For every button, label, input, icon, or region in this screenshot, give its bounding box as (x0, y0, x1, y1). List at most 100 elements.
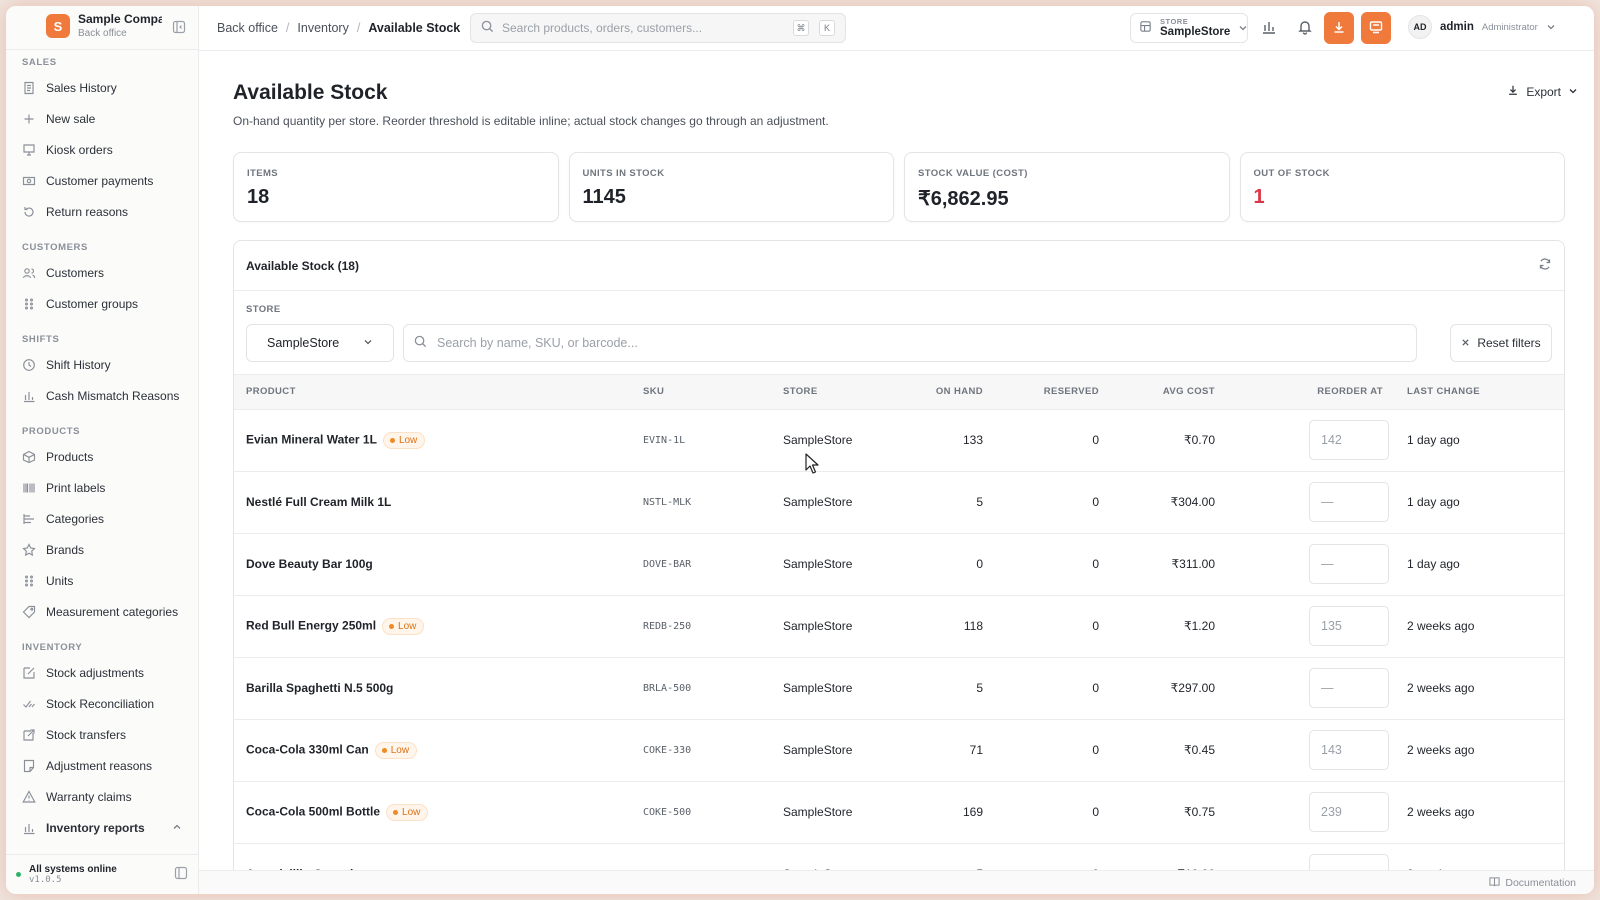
pos-terminal-button[interactable] (1361, 12, 1391, 44)
user-menu[interactable]: AD admin Administrator (1408, 15, 1556, 39)
reorder-threshold-input[interactable]: — (1309, 668, 1389, 708)
documentation-link[interactable]: Documentation (1489, 876, 1576, 890)
reserved-cell: 0 (1092, 743, 1099, 757)
return-reasons-icon (22, 205, 36, 219)
avg-cost-cell: ₹0.45 (1184, 743, 1215, 757)
sidebar-item-customer-groups[interactable]: Customer groups (6, 288, 198, 319)
app-window: S Sample Company Back office SALES Sales … (6, 6, 1594, 894)
sidebar-item-products[interactable]: Products (6, 441, 198, 472)
section-title-inventory: INVENTORY (22, 642, 83, 653)
sidebar-item-shift-history[interactable]: Shift History (6, 349, 198, 380)
reset-filters-label: Reset filters (1477, 336, 1541, 350)
reorder-threshold-input[interactable]: 143 (1309, 730, 1389, 770)
low-stock-label: Low (398, 434, 418, 446)
sku-cell: REDB-250 (643, 620, 692, 632)
sidebar-item-label: Categories (46, 511, 105, 526)
avg-cost-cell: ₹10.00 (1111, 843, 1227, 870)
reorder-threshold-input[interactable]: — (1309, 482, 1389, 522)
sidebar-item-sales-history[interactable]: Sales History (6, 72, 198, 103)
on-hand-cell: 0 (976, 557, 983, 571)
user-name: admin (1440, 21, 1474, 33)
sidebar-item-units[interactable]: Units (6, 565, 198, 596)
breadcrumb-back-office[interactable]: Back office (217, 21, 278, 35)
table-row[interactable]: Nestlé Full Cream Milk 1L NSTL-MLK Sampl… (234, 471, 1564, 533)
sidebar-item-new-sale[interactable]: New sale (6, 103, 198, 134)
stats-row: ITEMS 18 UNITS IN STOCK 1145 STOCK VALUE… (233, 152, 1565, 222)
sidebar-item-categories[interactable]: Categories (6, 503, 198, 534)
product-name[interactable]: Coca-Cola 330ml Can (246, 742, 369, 756)
table-search-input[interactable]: Search by name, SKU, or barcode... (403, 324, 1417, 362)
product-name[interactable]: Coca-Cola 500ml Bottle (246, 804, 380, 818)
column-header[interactable]: SKU (631, 375, 771, 410)
bell-icon[interactable] (1297, 19, 1315, 37)
sidebar-item-stock-reconciliation[interactable]: Stock Reconciliation (6, 688, 198, 719)
sidebar-item-kiosk-orders[interactable]: Kiosk orders (6, 134, 198, 165)
table-row[interactable]: Amoxicillin Capsules AMOX-250-10 SampleS… (234, 843, 1564, 870)
reorder-threshold-input[interactable]: 239 (1309, 792, 1389, 832)
sidebar-item-return-reasons[interactable]: Return reasons (6, 196, 198, 227)
reorder-threshold-input[interactable]: — (1309, 854, 1389, 870)
chevron-down-icon (363, 336, 373, 350)
product-name[interactable]: Barilla Spaghetti N.5 500g (246, 681, 393, 695)
store-switcher[interactable]: STORE SampleStore (1130, 13, 1248, 43)
brand-header[interactable]: S Sample Company Back office (6, 6, 198, 50)
sidebar-item-customers[interactable]: Customers (6, 257, 198, 288)
reorder-threshold-input[interactable]: 135 (1309, 606, 1389, 646)
column-header[interactable]: STORE (771, 375, 881, 410)
stock-table-card: Available Stock (18) STORE SampleStore S… (233, 240, 1565, 870)
table-search-placeholder: Search by name, SKU, or barcode... (437, 336, 638, 350)
table-row[interactable]: Barilla Spaghetti N.5 500g BRLA-500 Samp… (234, 657, 1564, 719)
section-title-products: PRODUCTS (22, 426, 81, 437)
sidebar-item-warranty-claims[interactable]: Warranty claims (6, 781, 198, 812)
low-stock-label: Low (390, 744, 410, 756)
product-name[interactable]: Dove Beauty Bar 100g (246, 557, 373, 571)
sidebar-item-inventory-reports[interactable]: Inventory reports (6, 812, 198, 843)
product-name[interactable]: Red Bull Energy 250ml (246, 618, 376, 632)
refresh-icon[interactable] (1538, 257, 1552, 274)
store-filter-select[interactable]: SampleStore (246, 324, 394, 362)
sidebar-item-cash-mismatch-reasons[interactable]: Cash Mismatch Reasons (6, 380, 198, 411)
table-row[interactable]: Coca-Cola 500ml Bottle Low COKE-500 Sampl… (234, 781, 1564, 843)
reserved-cell: 0 (995, 843, 1111, 870)
avg-cost-cell: ₹0.70 (1184, 433, 1215, 447)
sidebar-item-print-labels[interactable]: Print labels (6, 472, 198, 503)
export-button[interactable]: Export (1507, 84, 1578, 99)
sidebar-item-adjustment-reasons[interactable]: Adjustment reasons (6, 750, 198, 781)
categories-icon (22, 512, 36, 526)
last-change-cell: 2 weeks ago (1407, 681, 1475, 695)
low-stock-label: Low (402, 806, 421, 818)
reorder-threshold-input[interactable]: 142 (1309, 420, 1389, 460)
column-header[interactable]: REORDER AT (1227, 375, 1395, 410)
sidebar-item-stock-transfers[interactable]: Stock transfers (6, 719, 198, 750)
product-name[interactable]: Nestlé Full Cream Milk 1L (246, 495, 391, 509)
stat-card-items: ITEMS 18 (233, 152, 559, 222)
sidebar-item-customer-payments[interactable]: Customer payments (6, 165, 198, 196)
sidebar-item-stock-adjustments[interactable]: Stock adjustments (6, 657, 198, 688)
sidebar-item-brands[interactable]: Brands (6, 534, 198, 565)
breadcrumb-inventory[interactable]: Inventory (297, 21, 348, 35)
reorder-threshold-input[interactable]: — (1309, 544, 1389, 584)
column-header[interactable]: ON HAND (881, 375, 995, 410)
column-header[interactable]: PRODUCT (234, 375, 631, 410)
reports-chart-icon[interactable] (1261, 19, 1279, 37)
column-header[interactable]: LAST CHANGE (1395, 375, 1564, 410)
avg-cost-cell: ₹304.00 (1170, 495, 1215, 509)
column-header[interactable]: AVG COST (1111, 375, 1227, 410)
sidebar-toggle-icon[interactable] (172, 20, 186, 34)
table-row[interactable]: Coca-Cola 330ml Can Low COKE-330 SampleSt… (234, 719, 1564, 781)
panel-toggle-icon[interactable] (174, 866, 188, 883)
table-row[interactable]: Red Bull Energy 250ml Low REDB-250 Sample… (234, 595, 1564, 657)
product-name[interactable]: Evian Mineral Water 1L (246, 432, 377, 446)
stat-value: 18 (247, 186, 270, 208)
sidebar-item-label: Customer payments (46, 173, 154, 188)
table-row[interactable]: Evian Mineral Water 1L Low EVIN-1L Sample… (234, 409, 1564, 471)
sidebar-item-measurement-categories[interactable]: Measurement categories (6, 596, 198, 627)
stat-card-units: UNITS IN STOCK 1145 (568, 152, 894, 222)
download-button[interactable] (1324, 12, 1354, 44)
new-sale-icon (22, 112, 36, 126)
reset-filters-button[interactable]: Reset filters (1450, 324, 1552, 362)
status-dot (389, 437, 395, 443)
column-header[interactable]: RESERVED (995, 375, 1111, 410)
table-row[interactable]: Dove Beauty Bar 100g DOVE-BAR SampleStor… (234, 533, 1564, 595)
global-search-input[interactable]: Search products, orders, customers... ⌘ … (470, 13, 846, 43)
